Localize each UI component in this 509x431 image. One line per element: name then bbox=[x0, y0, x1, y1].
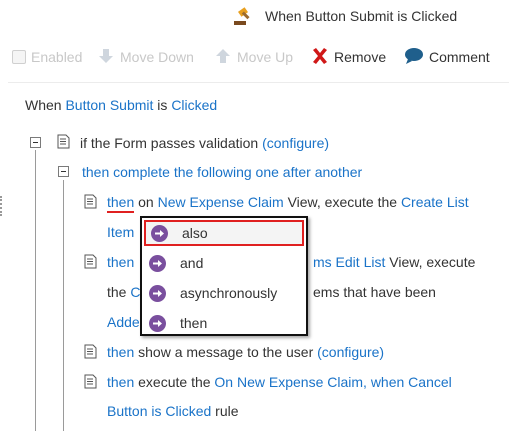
menu-item-label: and bbox=[180, 255, 204, 271]
toolbar-divider bbox=[8, 82, 509, 83]
action-4-rule-word: rule bbox=[215, 403, 239, 419]
action-1-then-link[interactable]: then bbox=[107, 194, 135, 213]
action-3-configure-link[interactable]: (configure) bbox=[317, 344, 384, 360]
when-prefix: When bbox=[25, 97, 62, 113]
move-up-button[interactable]: Move Up bbox=[214, 47, 293, 67]
menu-item-also[interactable]: also bbox=[144, 220, 304, 246]
remove-button[interactable]: Remove bbox=[311, 47, 386, 67]
condition-configure-link[interactable]: (configure) bbox=[262, 135, 329, 151]
condition-text: if the Form passes validation bbox=[80, 135, 259, 151]
collapse-condition-button[interactable] bbox=[30, 137, 41, 148]
comment-button[interactable]: Comment bbox=[404, 47, 490, 67]
action-2-mid: View, execute bbox=[389, 254, 476, 270]
action-4-rule-link[interactable]: On New Expense Claim, when Cancel bbox=[214, 374, 451, 390]
document-icon bbox=[84, 194, 97, 209]
action-1-method-link-cont[interactable]: Item bbox=[107, 224, 134, 240]
gavel-icon bbox=[232, 6, 254, 26]
action-1-line-2: Item bbox=[107, 224, 134, 240]
when-line: When Button Submit is Clicked bbox=[25, 97, 217, 113]
action-4-rule-link-cont[interactable]: Button is Clicked bbox=[107, 403, 211, 419]
action-2-added: Adde bbox=[107, 314, 140, 330]
tree-guide-line bbox=[63, 180, 64, 431]
enabled-toggle[interactable]: Enabled bbox=[12, 47, 82, 67]
join-type-menu: also and asynchronously then bbox=[140, 216, 308, 336]
menu-item-and[interactable]: and bbox=[144, 250, 304, 276]
action-4-line: then execute the On New Expense Claim, w… bbox=[107, 374, 452, 390]
action-3-then-link[interactable]: then bbox=[107, 344, 134, 360]
menu-item-label: then bbox=[180, 315, 208, 331]
remove-label: Remove bbox=[334, 49, 387, 65]
rule-title: When Button Submit is Clicked bbox=[265, 8, 458, 24]
arrow-right-icon bbox=[149, 254, 166, 272]
document-icon bbox=[84, 374, 97, 389]
menu-item-label: also bbox=[182, 225, 208, 241]
action-2-tail: ems that have been bbox=[313, 284, 436, 300]
tree-guide-line bbox=[35, 150, 36, 431]
drag-handle[interactable] bbox=[0, 196, 3, 216]
action-4-then-link[interactable]: then bbox=[107, 374, 134, 390]
action-2-then: then bbox=[107, 254, 134, 270]
collapse-sequence-button[interactable] bbox=[58, 166, 69, 177]
action-3-text: show a message to the user bbox=[138, 344, 314, 360]
arrow-up-icon bbox=[214, 47, 232, 68]
move-up-label: Move Up bbox=[237, 49, 294, 65]
move-down-label: Move Down bbox=[120, 49, 194, 65]
menu-item-label: asynchronously bbox=[180, 285, 278, 301]
action-1-view-link[interactable]: New Expense Claim bbox=[158, 194, 284, 210]
rule-header: When Button Submit is Clicked bbox=[0, 0, 509, 34]
menu-item-then[interactable]: then bbox=[144, 310, 304, 336]
action-2-added-link[interactable]: Adde bbox=[107, 314, 140, 330]
arrow-right-icon bbox=[149, 284, 166, 302]
action-2-the-text: the bbox=[107, 284, 127, 300]
condition-line: if the Form passes validation (configure… bbox=[80, 135, 329, 151]
document-icon bbox=[84, 344, 97, 359]
document-icon bbox=[57, 134, 70, 149]
arrow-right-icon bbox=[149, 314, 166, 332]
move-down-button[interactable]: Move Down bbox=[97, 47, 194, 67]
action-2-the: the C bbox=[107, 284, 140, 300]
action-1-mid: View, execute the bbox=[287, 194, 398, 210]
comment-bubble-icon bbox=[404, 47, 424, 68]
action-1-on: on bbox=[138, 194, 154, 210]
then-complete-link[interactable]: then complete the following one after an… bbox=[82, 164, 362, 180]
when-control-link[interactable]: Button Submit bbox=[65, 97, 153, 113]
sequence-line: then complete the following one after an… bbox=[82, 164, 362, 180]
enabled-label: Enabled bbox=[31, 49, 83, 65]
remove-x-icon bbox=[311, 47, 329, 68]
enabled-checkbox[interactable] bbox=[12, 50, 26, 64]
action-2-method-link[interactable]: C bbox=[130, 284, 140, 300]
action-1-method-link[interactable]: Create List bbox=[401, 194, 469, 210]
arrow-down-icon bbox=[97, 47, 115, 68]
when-is: is bbox=[157, 97, 168, 113]
menu-item-asynchronously[interactable]: asynchronously bbox=[144, 280, 304, 306]
comment-label: Comment bbox=[429, 49, 490, 65]
when-event-link[interactable]: Clicked bbox=[171, 97, 217, 113]
action-2-tail-text: ems that have been bbox=[313, 284, 436, 300]
action-2-view-link[interactable]: ms Edit List bbox=[313, 254, 385, 270]
action-2-then-link[interactable]: then bbox=[107, 254, 134, 270]
action-4-text: execute the bbox=[138, 374, 211, 390]
action-3-line: then show a message to the user (configu… bbox=[107, 344, 384, 360]
action-1-line: then on New Expense Claim View, execute … bbox=[107, 194, 469, 213]
action-2-line-right: ms Edit List View, execute bbox=[313, 254, 475, 270]
rule-toolbar: Enabled Move Down Move Up Remove Comment bbox=[0, 40, 509, 74]
arrow-right-icon bbox=[151, 224, 168, 242]
action-4-line-2: Button is Clicked rule bbox=[107, 403, 239, 419]
document-icon bbox=[84, 254, 97, 269]
